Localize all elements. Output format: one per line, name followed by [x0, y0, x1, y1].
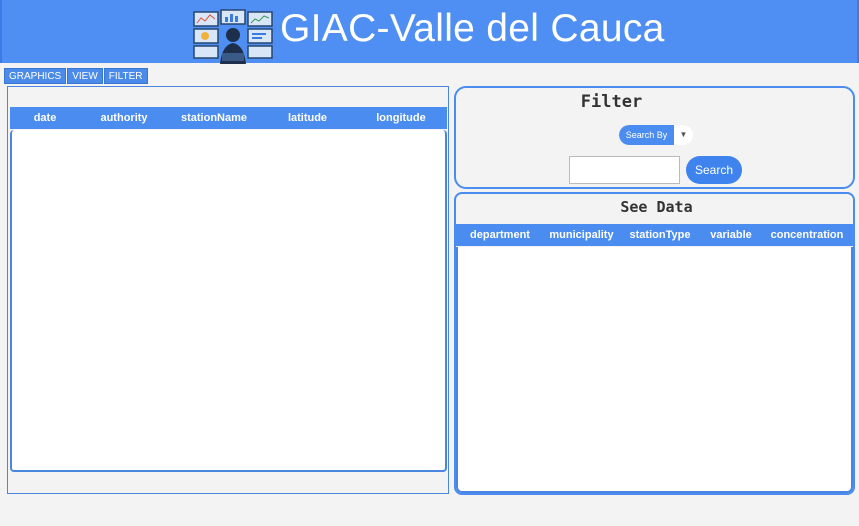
column-header-municipality[interactable]: municipality: [544, 229, 619, 241]
column-header-authority[interactable]: authority: [80, 112, 168, 124]
stations-table-header: date authority stationName latitude long…: [10, 107, 447, 129]
column-header-station-type[interactable]: stationType: [619, 229, 701, 241]
see-data-panel: See Data department municipality station…: [454, 192, 855, 495]
stations-panel: date authority stationName latitude long…: [7, 86, 449, 494]
see-data-table-body[interactable]: [456, 247, 853, 493]
app-title: GIAC-Valle del Cauca: [280, 7, 665, 50]
search-by-label: Search By: [619, 125, 674, 145]
column-header-station-name[interactable]: stationName: [168, 112, 260, 124]
tab-bar: GRAPHICS VIEW FILTER: [4, 68, 148, 84]
tab-filter[interactable]: FILTER: [103, 68, 148, 84]
tab-view[interactable]: VIEW: [67, 68, 103, 84]
search-by-select[interactable]: Search By ▼: [619, 125, 693, 145]
column-header-date[interactable]: date: [10, 112, 80, 124]
search-button[interactable]: Search: [686, 156, 742, 184]
tab-graphics[interactable]: GRAPHICS: [4, 68, 67, 84]
monitoring-logo-icon: [193, 9, 273, 64]
app-header: GIAC-Valle del Cauca: [0, 0, 859, 64]
see-data-table-header: department municipality stationType vari…: [456, 224, 853, 246]
filter-panel: Filter Search By ▼ Search: [454, 86, 855, 189]
stations-table-body[interactable]: [10, 130, 447, 472]
filter-title: Filter: [580, 92, 643, 112]
column-header-latitude[interactable]: latitude: [260, 112, 355, 124]
column-header-variable[interactable]: variable: [701, 229, 761, 241]
search-input[interactable]: [569, 156, 680, 184]
see-data-title: See Data: [620, 198, 693, 216]
chevron-down-icon[interactable]: ▼: [674, 125, 693, 145]
column-header-longitude[interactable]: longitude: [355, 112, 447, 124]
column-header-concentration[interactable]: concentration: [761, 229, 853, 241]
column-header-department[interactable]: department: [456, 229, 544, 241]
